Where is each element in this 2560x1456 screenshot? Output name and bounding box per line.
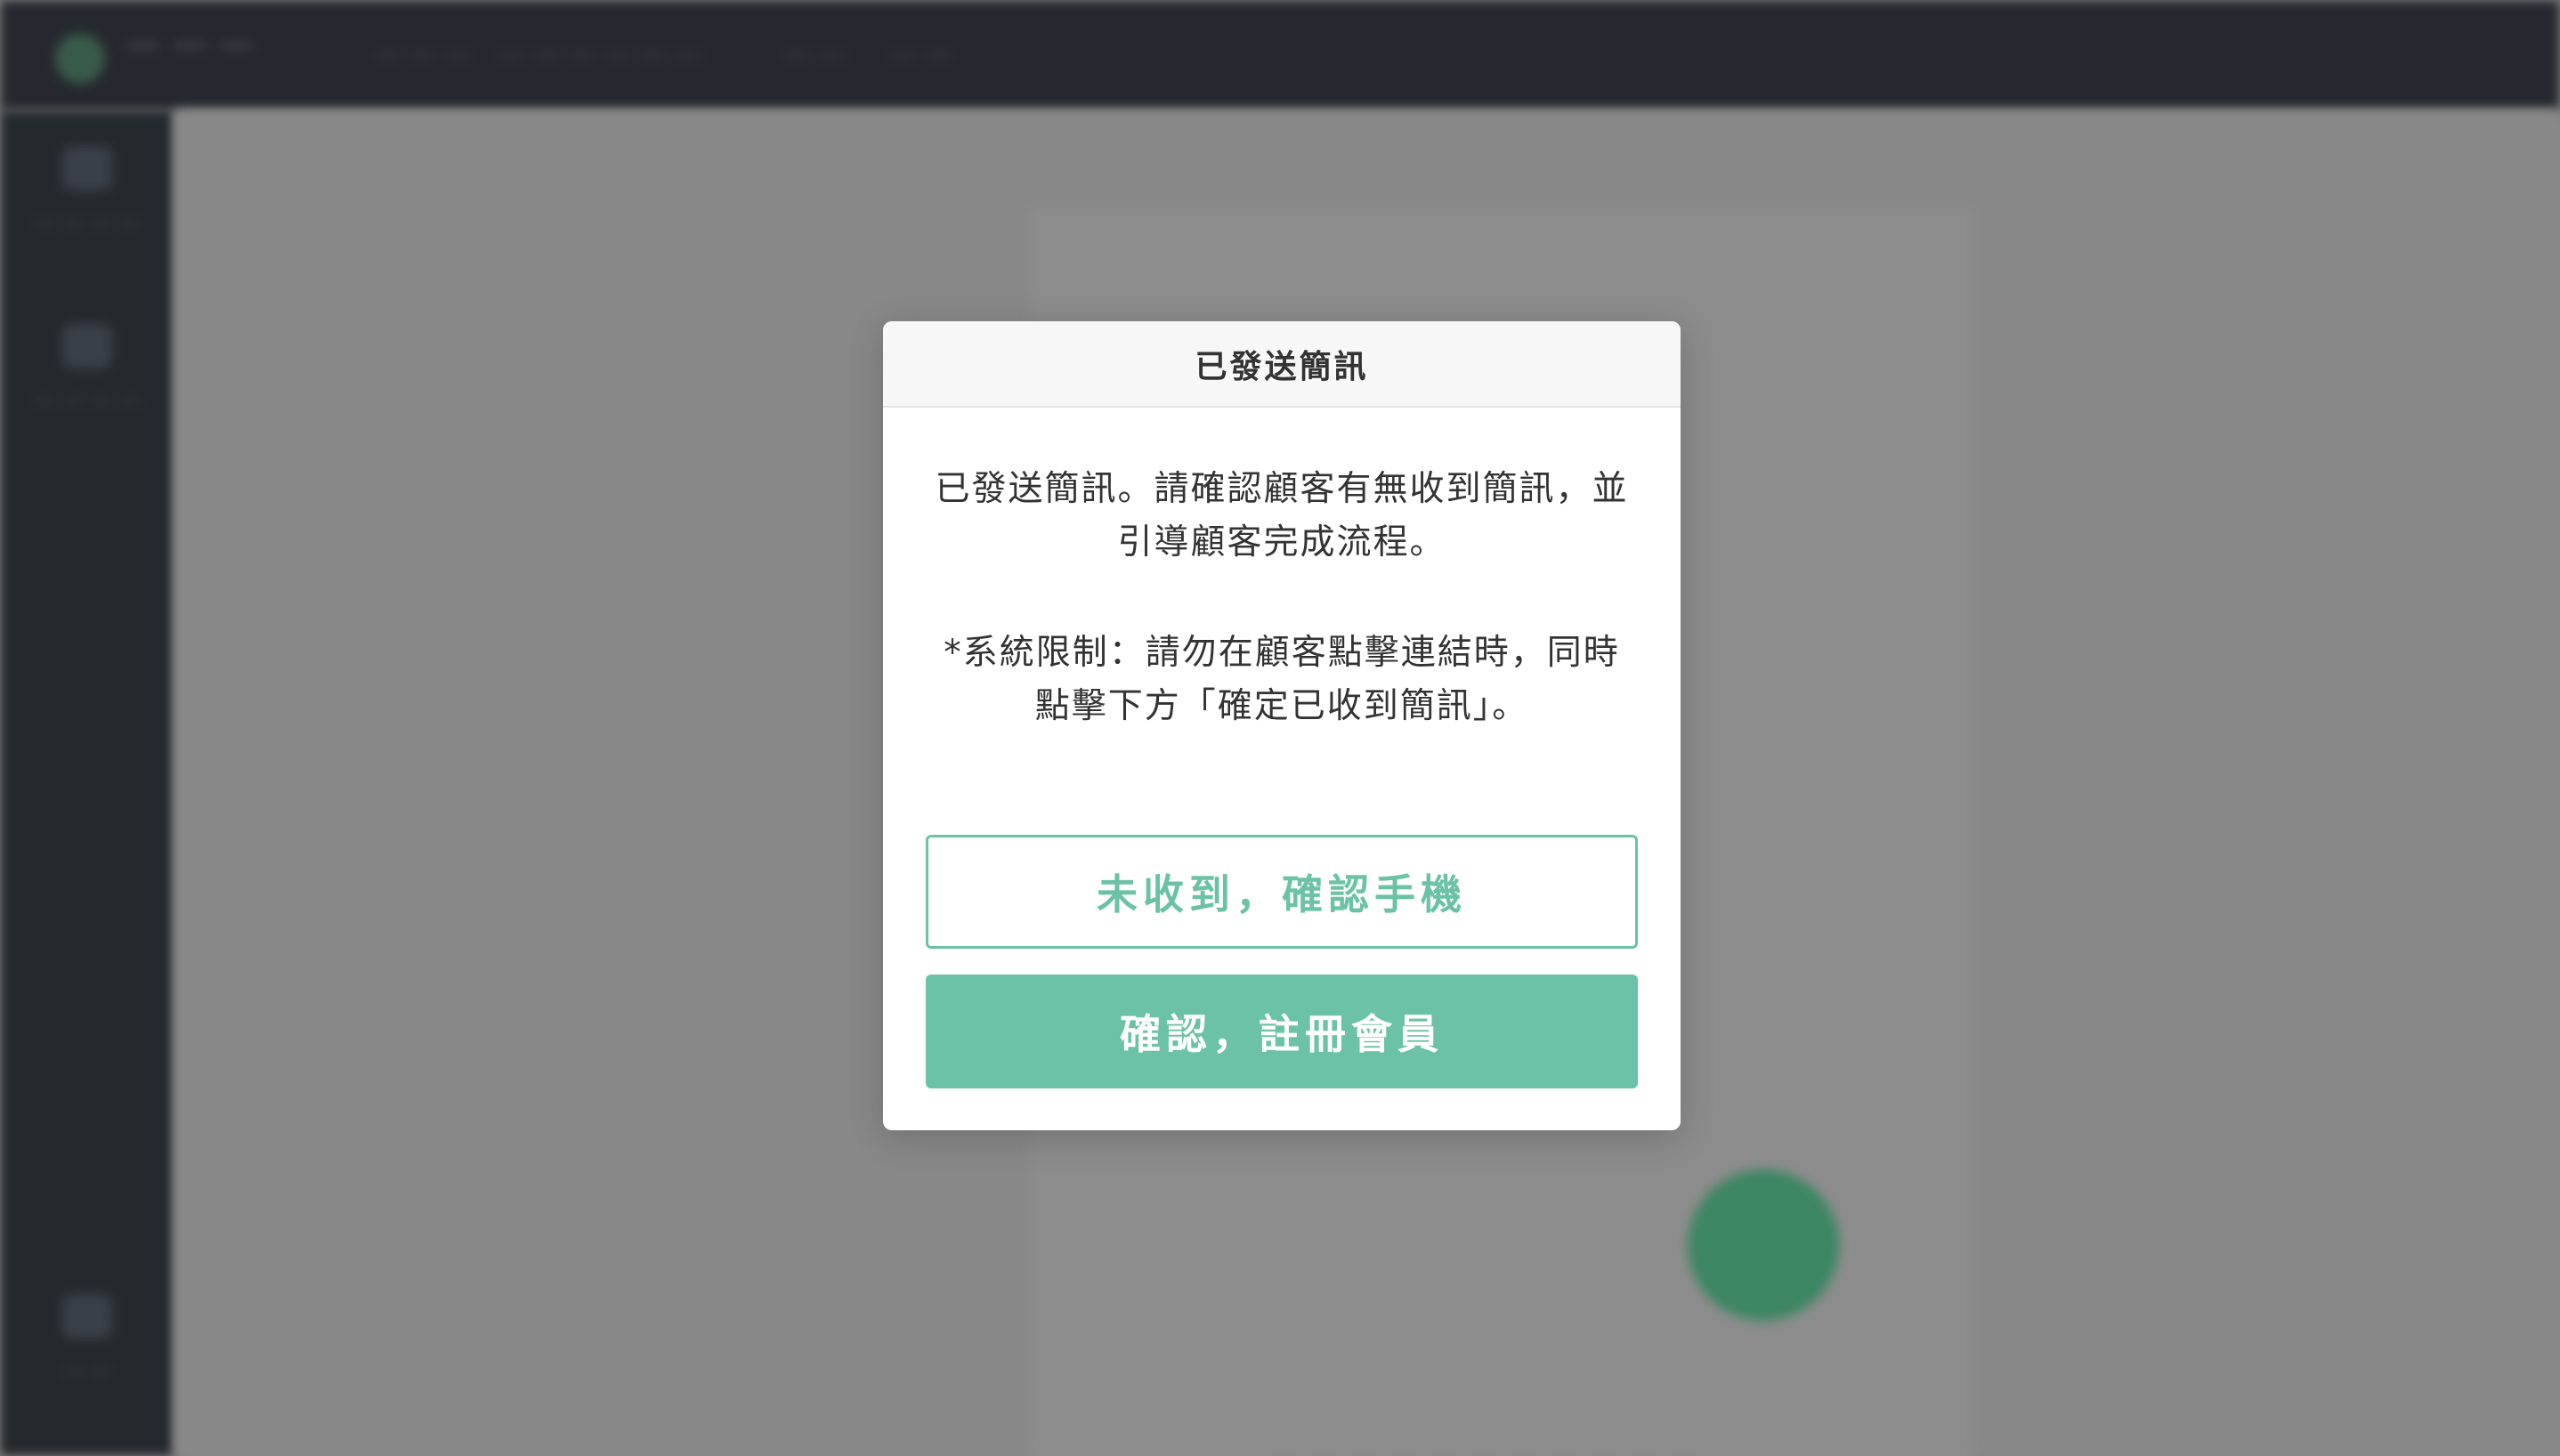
confirm-register-member-button[interactable]: 確認，註冊會員	[926, 975, 1638, 1088]
dialog-system-note: *系統限制：請勿在顧客點擊連結時，同時點擊下方「確定已收到簡訊」。	[944, 633, 1620, 726]
dialog-message: 已發送簡訊。請確認顧客有無收到簡訊，並引導顧客完成流程。	[935, 469, 1629, 562]
dialog-title: 已發送簡訊	[1195, 348, 1369, 385]
not-received-check-phone-button[interactable]: 未收到，確認手機	[926, 835, 1638, 949]
app-root: — — — — — — — — — — — — — — — — — — — — …	[0, 0, 2560, 1456]
dialog-body: 已發送簡訊。請確認顧客有無收到簡訊，並引導顧客完成流程。 *系統限制：請勿在顧客…	[883, 408, 1681, 733]
sms-sent-dialog: 已發送簡訊 已發送簡訊。請確認顧客有無收到簡訊，並引導顧客完成流程。 *系統限制…	[883, 321, 1681, 1130]
dialog-header: 已發送簡訊	[883, 321, 1681, 408]
